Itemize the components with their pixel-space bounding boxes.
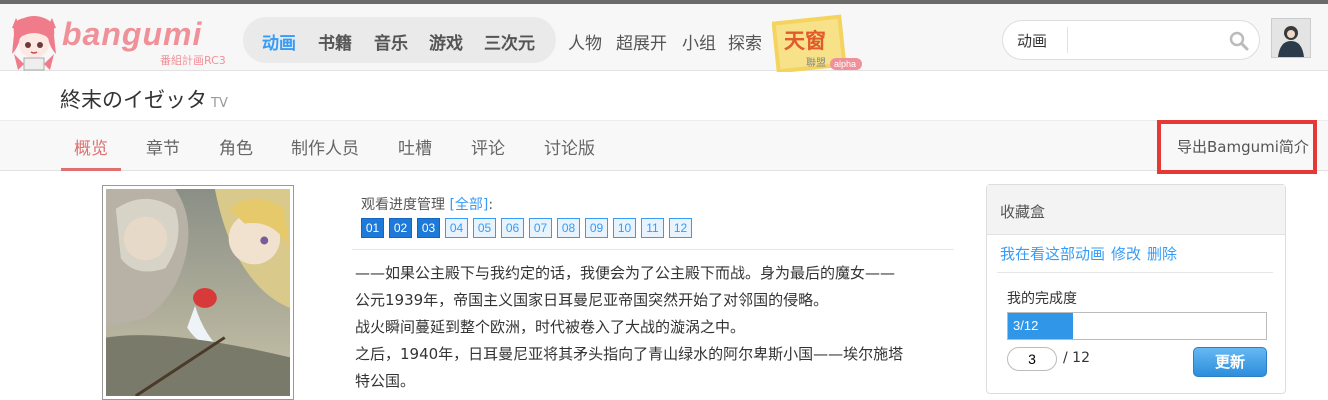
episode-button[interactable]: 01 (361, 218, 384, 238)
completion-progress-text: 3/12 (1013, 318, 1039, 333)
active-tab-underline (61, 168, 121, 171)
episode-button[interactable]: 02 (389, 218, 412, 238)
watched-episodes-input[interactable] (1007, 347, 1057, 371)
completion-progress-bar: 3/12 (1007, 312, 1267, 340)
subject-type-tag: TV (211, 96, 228, 111)
collection-divider (997, 272, 1273, 273)
nav-item-real[interactable]: 三次元 (484, 29, 535, 54)
main-nav: 动画 书籍 音乐 游戏 三次元 (243, 17, 556, 63)
nav-item-music[interactable]: 音乐 (374, 29, 408, 54)
summary-line: ——如果公主殿下与我约定的话，我便会为了公主殿下而战。身为最后的魔女—— (355, 264, 896, 282)
episode-button[interactable]: 06 (501, 218, 524, 238)
nav-item-anime[interactable]: 动画 (262, 29, 296, 54)
cover-image[interactable] (102, 185, 294, 400)
episode-button[interactable]: 12 (669, 218, 692, 238)
section-divider (352, 249, 954, 250)
summary-line: 战火瞬间蔓延到整个欧洲，时代被卷入了大战的漩涡之中。 (355, 318, 746, 336)
episode-button[interactable]: 11 (641, 218, 664, 238)
tab-board[interactable]: 讨论版 (544, 134, 595, 159)
nav-item-explore[interactable]: 探索 (728, 29, 762, 54)
search-box: 动画 (1002, 20, 1260, 60)
tab-overview[interactable]: 概览 (74, 134, 108, 159)
episode-button[interactable]: 10 (613, 218, 636, 238)
episode-button[interactable]: 05 (473, 218, 496, 238)
export-label: 导出Bamgumi简介 (1177, 138, 1309, 156)
collection-box-title: 收藏盒 (1000, 203, 1046, 221)
avatar-image (1272, 19, 1310, 57)
total-episodes: / 12 (1063, 350, 1090, 366)
search-icon[interactable] (1229, 31, 1249, 51)
collection-box: 收藏盒 我在看这部动画修改删除 我的完成度 3/12 / 12 更新 (986, 184, 1286, 394)
tab-characters[interactable]: 角色 (219, 134, 253, 159)
logo-wordmark: bangumi (62, 16, 203, 52)
episode-button[interactable]: 09 (585, 218, 608, 238)
subject-title[interactable]: 終末のイゼッタ (60, 88, 207, 112)
update-progress-button[interactable]: 更新 (1193, 347, 1267, 377)
nav-item-rakuen[interactable]: 超展开 (616, 29, 667, 54)
subject-tabs: 概览 章节 角色 制作人员 吐槽 评论 讨论版 (0, 120, 1328, 171)
all-episodes-link[interactable]: [全部] (449, 197, 488, 213)
nav-item-book[interactable]: 书籍 (318, 29, 352, 54)
nav-item-game[interactable]: 游戏 (429, 29, 463, 54)
export-bangumi-button[interactable]: 导出Bamgumi简介 (1157, 120, 1317, 174)
cover-art (106, 189, 290, 396)
episode-button[interactable]: 04 (445, 218, 468, 238)
site-header: bangumi 番組計画RC3 动画 书籍 音乐 游戏 三次元 人物 超展开 小… (0, 4, 1328, 72)
mascot-icon (12, 16, 56, 71)
progress-label-text: 观看进度管理 (361, 197, 445, 213)
episode-button[interactable]: 03 (417, 218, 440, 238)
nav-item-groups[interactable]: 小组 (682, 29, 716, 54)
episode-button[interactable]: 07 (529, 218, 552, 238)
tab-reviews[interactable]: 评论 (471, 134, 505, 159)
completion-label: 我的完成度 (1007, 291, 1077, 307)
logo-subtitle: 番組計画RC3 (160, 54, 226, 67)
delete-collection-link[interactable]: 删除 (1147, 245, 1177, 263)
site-logo[interactable]: bangumi 番組計画RC3 (10, 10, 230, 71)
search-category-select[interactable]: 动画 (1017, 30, 1047, 51)
tianchuang-banner[interactable]: 天窗 聯盟 alpha (772, 14, 864, 72)
page-title: 終末のイゼッタ TV (60, 84, 228, 114)
summary-line: 之后，1940年，日耳曼尼亚将其矛头指向了青山绿水的阿尔卑斯小国——埃尔施塔 (355, 345, 904, 363)
search-input[interactable] (1075, 28, 1225, 52)
nav-item-people[interactable]: 人物 (568, 29, 602, 54)
episode-button[interactable]: 08 (557, 218, 580, 238)
summary-line: 公元1939年，帝国主义国家日耳曼尼亚帝国突然开始了对邻国的侵略。 (355, 291, 829, 309)
banner-sub: 聯盟 (806, 57, 826, 69)
summary-line: 特公国。 (355, 372, 416, 390)
tab-comments[interactable]: 吐槽 (398, 134, 432, 159)
user-avatar[interactable] (1271, 18, 1311, 58)
subject-summary: ——如果公主殿下与我约定的话，我便会为了公主殿下而战。身为最后的魔女—— 公元1… (355, 260, 955, 395)
collection-box-header: 收藏盒 (987, 185, 1285, 235)
banner-badge: alpha (834, 59, 856, 69)
edit-collection-link[interactable]: 修改 (1111, 245, 1141, 263)
collection-status-row: 我在看这部动画 修改 删除 (1000, 243, 1183, 264)
progress-colon: : (488, 197, 494, 213)
tab-staff[interactable]: 制作人员 (291, 134, 359, 159)
collection-status: 我在看这部动画 (1000, 245, 1106, 263)
banner-title: 天窗 (784, 29, 826, 53)
search-divider (1067, 27, 1068, 53)
progress-manager-label: 观看进度管理 [全部]: (361, 194, 493, 214)
tab-episodes[interactable]: 章节 (146, 134, 180, 159)
